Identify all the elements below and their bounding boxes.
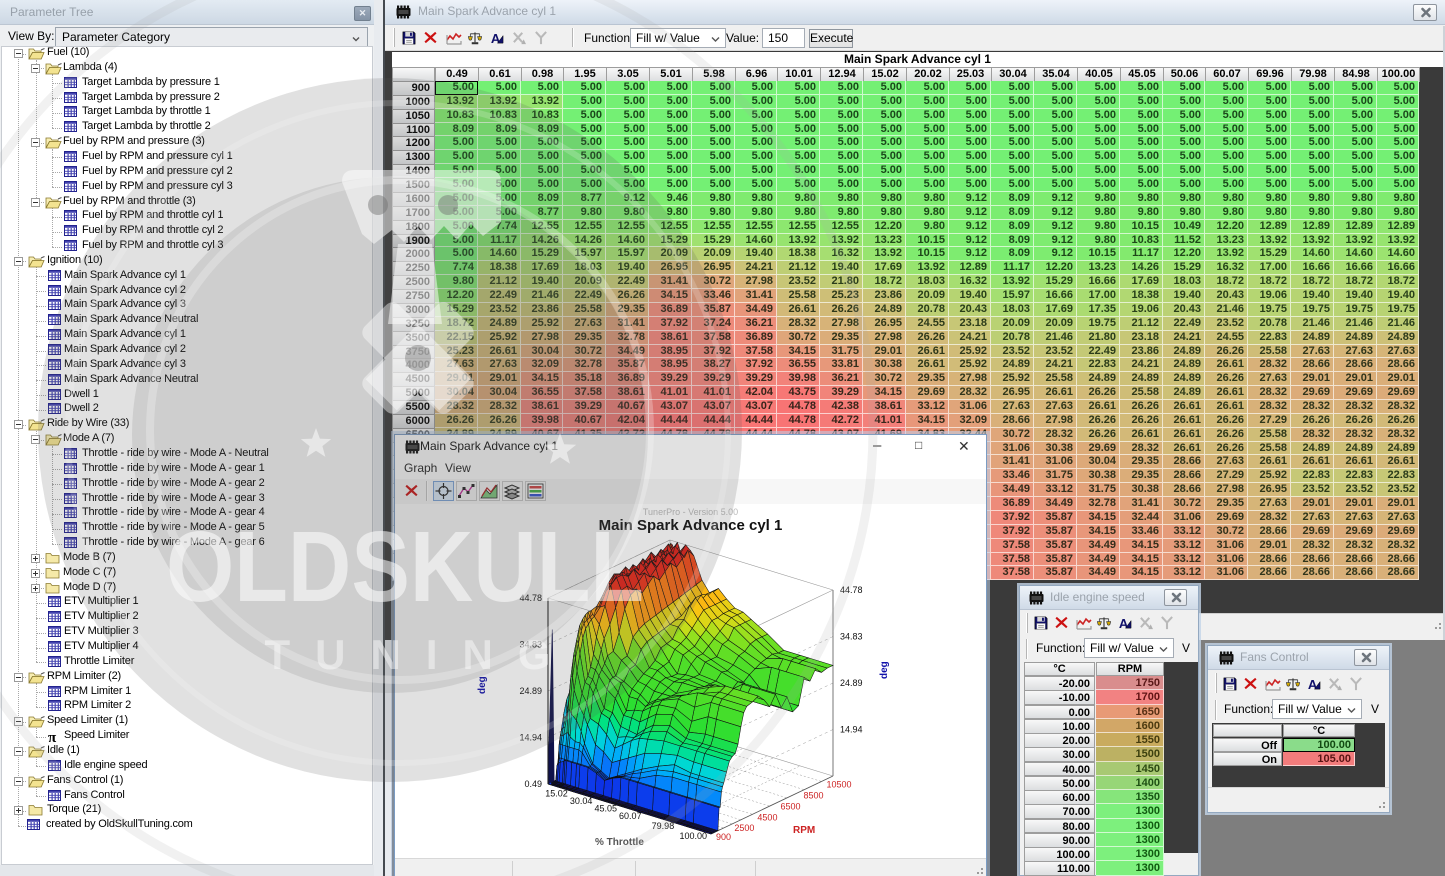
svg-text:24.89: 24.89 xyxy=(840,678,863,688)
svg-text:34.83: 34.83 xyxy=(519,640,542,650)
svg-text:15.02: 15.02 xyxy=(545,788,568,798)
svg-text:deg: deg xyxy=(477,676,488,694)
svg-text:44.78: 44.78 xyxy=(840,585,863,595)
svg-text:2500: 2500 xyxy=(734,823,754,833)
svg-text:24.89: 24.89 xyxy=(519,686,542,696)
svg-text:4500: 4500 xyxy=(757,812,777,822)
svg-text:79.98: 79.98 xyxy=(652,821,675,831)
svg-text:14.94: 14.94 xyxy=(840,724,863,734)
svg-text:900: 900 xyxy=(716,832,731,842)
svg-text:0.49: 0.49 xyxy=(524,779,542,789)
svg-text:45.05: 45.05 xyxy=(594,803,617,813)
svg-text:60.07: 60.07 xyxy=(619,811,642,821)
svg-text:34.83: 34.83 xyxy=(840,632,863,642)
svg-text:30.04: 30.04 xyxy=(570,796,593,806)
svg-text:100.00: 100.00 xyxy=(679,831,707,841)
svg-text:10500: 10500 xyxy=(826,779,851,789)
svg-text:44.78: 44.78 xyxy=(519,593,542,603)
svg-text:RPM: RPM xyxy=(793,825,815,836)
svg-text:% Throttle: % Throttle xyxy=(595,837,644,848)
svg-text:6500: 6500 xyxy=(780,801,800,811)
svg-text:8500: 8500 xyxy=(803,790,823,800)
svg-text:14.94: 14.94 xyxy=(519,732,542,742)
svg-text:deg: deg xyxy=(879,661,890,679)
